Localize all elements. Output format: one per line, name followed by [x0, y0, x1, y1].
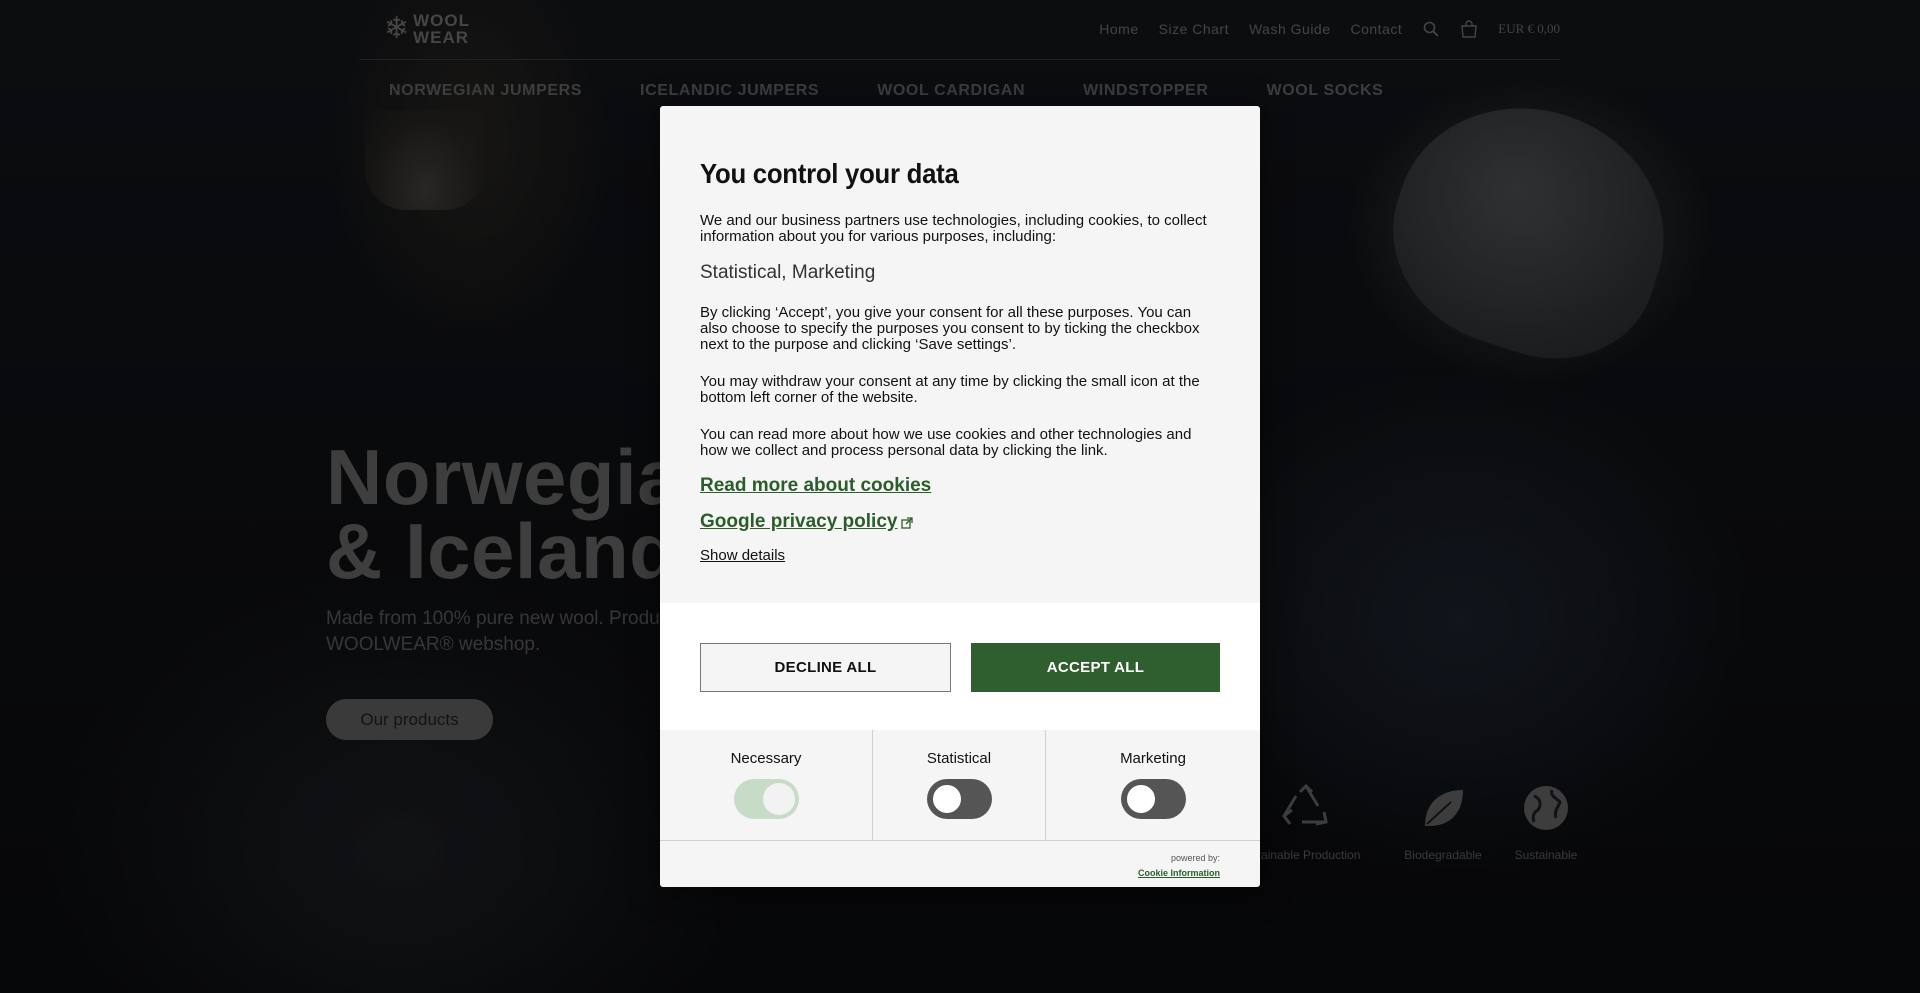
toggle-knob [1124, 783, 1157, 815]
consent-toggles: Necessary Statistical Marketing [660, 730, 1260, 841]
toggle-label-statistical: Statistical [926, 750, 992, 767]
show-details-link[interactable]: Show details [700, 547, 1220, 564]
consent-paragraph-accept: By clicking ‘Accept’, you give your cons… [700, 304, 1200, 353]
decline-all-button[interactable]: DECLINE ALL [700, 643, 951, 692]
powered-by: powered by: Cookie Information [1138, 853, 1220, 881]
statistical-toggle[interactable] [926, 779, 992, 819]
consent-intro: We and our business partners use technol… [700, 212, 1207, 245]
powered-by-label: powered by: [1170, 853, 1220, 863]
toggle-knob [930, 783, 963, 815]
google-privacy-policy-link[interactable]: Google privacy policy [700, 511, 897, 533]
cookie-consent-dialog: You control your data We and our busines… [660, 106, 1260, 887]
necessary-toggle[interactable] [733, 779, 799, 819]
read-more-cookies-link[interactable]: Read more about cookies [700, 475, 931, 497]
toggle-necessary-column: Necessary [660, 730, 873, 841]
consent-paragraph-withdraw: You may withdraw your consent at any tim… [700, 373, 1200, 406]
consent-body: You control your data We and our busines… [660, 106, 1260, 603]
marketing-toggle[interactable] [1120, 779, 1186, 819]
toggle-marketing-column: Marketing [1046, 730, 1260, 841]
toggle-label-necessary: Necessary [730, 750, 802, 767]
accept-all-button[interactable]: ACCEPT ALL [971, 643, 1220, 692]
toggle-knob [762, 783, 795, 815]
cookie-information-link[interactable]: Cookie Information [1138, 868, 1220, 878]
toggle-label-marketing: Marketing [1120, 750, 1186, 767]
consent-button-bar: DECLINE ALL ACCEPT ALL [660, 603, 1260, 730]
toggle-statistical-column: Statistical [873, 730, 1046, 841]
consent-purposes: Statistical, Marketing [700, 262, 876, 283]
google-privacy-policy-label: Google privacy policy [700, 511, 898, 532]
consent-paragraph-read-more: You can read more about how we use cooki… [700, 426, 1192, 459]
consent-title: You control your data [700, 158, 959, 189]
external-link-icon [901, 517, 914, 529]
